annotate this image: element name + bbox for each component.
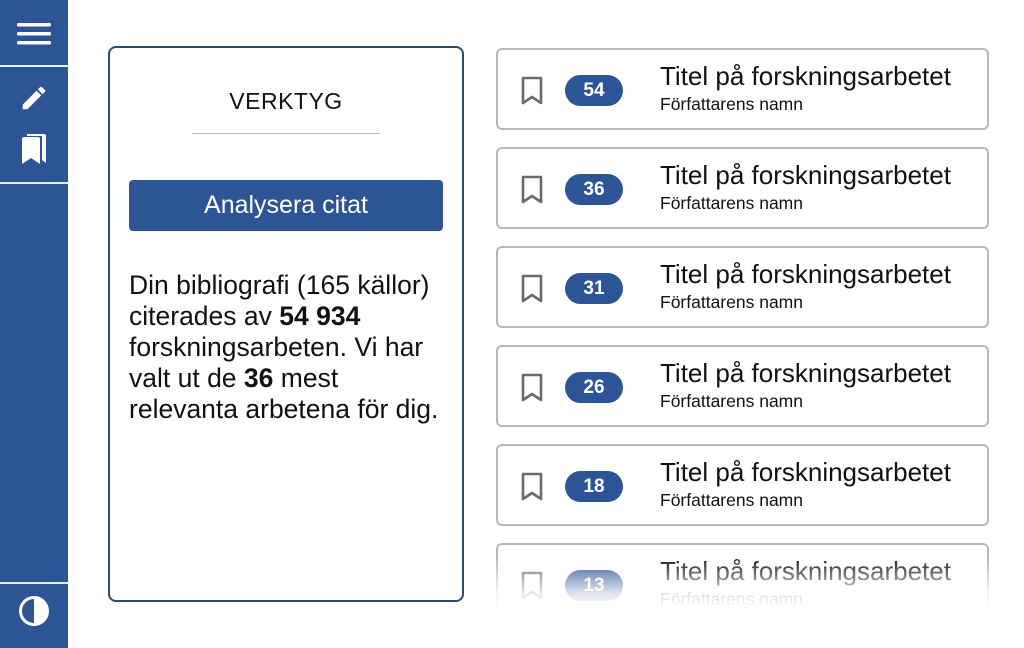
bookmarks-button[interactable]: [0, 128, 68, 170]
pencil-icon: [22, 86, 46, 110]
menu-button[interactable]: [0, 8, 68, 60]
result-card[interactable]: 36 Titel på forskningsarbetet Författare…: [496, 147, 989, 229]
citation-count-badge: 54: [565, 75, 623, 106]
contrast-button[interactable]: [0, 590, 68, 632]
tools-title: VERKTYG: [229, 88, 343, 114]
result-title[interactable]: Titel på forskningsarbetet: [660, 556, 978, 587]
citation-count-badge: 13: [565, 570, 623, 601]
bibliography-summary: Din bibliografi (165 källor) citerades a…: [129, 270, 449, 425]
citation-count-badge: 36: [565, 174, 623, 205]
citation-count-badge: 31: [565, 273, 623, 304]
citation-count-badge: 26: [565, 372, 623, 403]
bookmarks-icon: [22, 134, 46, 164]
result-title[interactable]: Titel på forskningsarbetet: [660, 61, 978, 92]
result-title[interactable]: Titel på forskningsarbetet: [660, 358, 978, 389]
result-card[interactable]: 54 Titel på forskningsarbetet Författare…: [496, 48, 989, 130]
result-card[interactable]: 26 Titel på forskningsarbetet Författare…: [496, 345, 989, 427]
bookmark-icon[interactable]: [520, 373, 544, 403]
result-author: Författarens namn: [660, 94, 803, 114]
divider: [192, 133, 380, 134]
sidebar-divider: [0, 182, 68, 184]
result-card[interactable]: 31 Titel på forskningsarbetet Författare…: [496, 246, 989, 328]
result-card[interactable]: 13 Titel på forskningsarbetet Författare…: [496, 543, 989, 608]
result-title[interactable]: Titel på forskningsarbetet: [660, 160, 978, 191]
sidebar-divider: [0, 582, 68, 584]
edit-button[interactable]: [0, 78, 68, 118]
result-author: Författarens namn: [660, 292, 803, 312]
hamburger-menu-icon: [17, 23, 51, 45]
result-author: Författarens namn: [660, 490, 803, 510]
citation-count-badge: 18: [565, 471, 623, 502]
bookmark-icon[interactable]: [520, 472, 544, 502]
analyze-citations-button[interactable]: Analysera citat: [129, 180, 443, 231]
result-title[interactable]: Titel på forskningsarbetet: [660, 457, 978, 488]
selected-count: 36: [243, 363, 274, 393]
contrast-icon: [19, 596, 49, 626]
result-card[interactable]: 18 Titel på forskningsarbetet Författare…: [496, 444, 989, 526]
result-author: Författarens namn: [660, 391, 803, 411]
bookmark-icon[interactable]: [520, 274, 544, 304]
bookmark-icon[interactable]: [520, 76, 544, 106]
result-author: Författarens namn: [660, 589, 803, 608]
sidebar-divider: [0, 65, 68, 67]
bookmark-icon[interactable]: [520, 175, 544, 205]
results-list[interactable]: 54 Titel på forskningsarbetet Författare…: [496, 48, 989, 608]
sidebar: [0, 0, 68, 648]
result-title[interactable]: Titel på forskningsarbetet: [660, 259, 978, 290]
cited-count: 54 934: [279, 301, 361, 331]
tools-panel: VERKTYG Analysera citat Din bibliografi …: [108, 46, 464, 602]
bookmark-icon[interactable]: [520, 571, 544, 601]
result-author: Författarens namn: [660, 193, 803, 213]
